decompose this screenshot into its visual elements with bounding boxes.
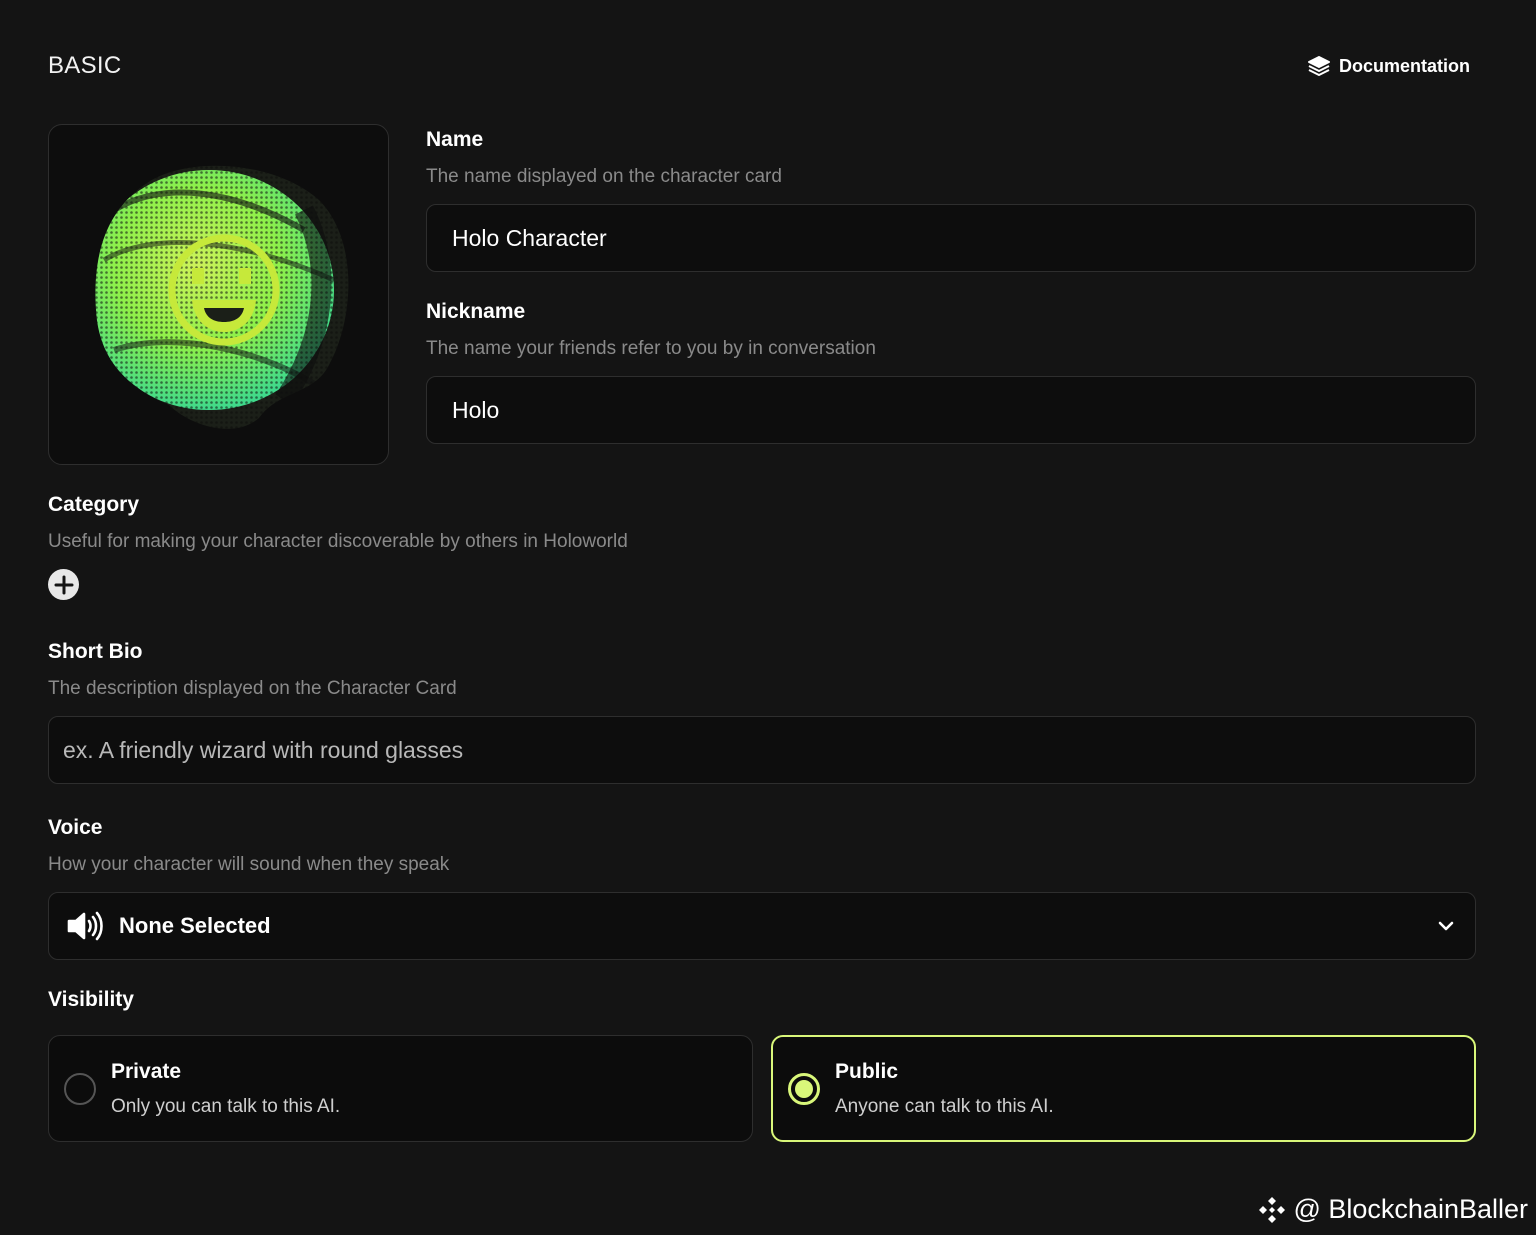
- voice-selected-value: None Selected: [119, 913, 271, 938]
- public-radio[interactable]: [788, 1072, 820, 1105]
- watermark-text: @ BlockchainBaller: [1293, 1194, 1528, 1224]
- nickname-hint: The name your friends refer to you by in…: [426, 338, 876, 359]
- voice-label: Voice: [48, 816, 103, 839]
- private-description: Only you can talk to this AI.: [111, 1095, 341, 1117]
- documentation-link[interactable]: Documentation: [1307, 54, 1470, 78]
- nickname-field: Nickname The name your friends refer to …: [426, 300, 1476, 444]
- visibility-option-public[interactable]: Public Anyone can talk to this AI.: [771, 1035, 1476, 1142]
- nickname-input[interactable]: Holo: [426, 376, 1476, 444]
- binance-logo-icon: [1259, 1196, 1286, 1223]
- public-title: Public: [835, 1059, 899, 1083]
- documentation-label: Documentation: [1338, 55, 1470, 76]
- name-field: Name The name displayed on the character…: [426, 128, 1476, 272]
- category-label: Category: [48, 493, 140, 516]
- speaker-icon: [67, 911, 103, 941]
- short-bio-input[interactable]: ex. A friendly wizard with round glasses: [48, 716, 1476, 784]
- plus-icon: [54, 575, 73, 594]
- public-description: Anyone can talk to this AI.: [835, 1095, 1054, 1117]
- category-field: Category Useful for making your characte…: [48, 493, 1476, 600]
- avatar-upload[interactable]: [48, 124, 389, 465]
- chevron-down-icon: [1438, 921, 1454, 931]
- section-title: BASIC: [48, 52, 122, 79]
- short-bio-label: Short Bio: [48, 640, 143, 663]
- private-radio[interactable]: [64, 1072, 96, 1105]
- name-label: Name: [426, 128, 484, 151]
- add-category-button[interactable]: [48, 569, 79, 600]
- avatar-image: [73, 149, 364, 440]
- character-basic-settings: BASIC Documentation Name The name displa…: [0, 0, 1536, 1235]
- visibility-label: Visibility: [48, 988, 134, 1011]
- private-title: Private: [111, 1059, 182, 1083]
- visibility-option-private[interactable]: Private Only you can talk to this AI.: [48, 1035, 753, 1142]
- voice-select[interactable]: None Selected: [48, 892, 1476, 960]
- layers-icon: [1307, 56, 1330, 76]
- name-input[interactable]: Holo Character: [426, 204, 1476, 272]
- name-hint: The name displayed on the character card: [426, 166, 782, 187]
- short-bio-field: Short Bio The description displayed on t…: [48, 640, 1476, 784]
- category-hint: Useful for making your character discove…: [48, 531, 628, 552]
- voice-field: Voice How your character will sound when…: [48, 816, 1476, 960]
- short-bio-hint: The description displayed on the Charact…: [48, 678, 457, 699]
- nickname-label: Nickname: [426, 300, 526, 323]
- watermark: @ BlockchainBaller: [1257, 1194, 1528, 1225]
- voice-hint: How your character will sound when they …: [48, 854, 450, 875]
